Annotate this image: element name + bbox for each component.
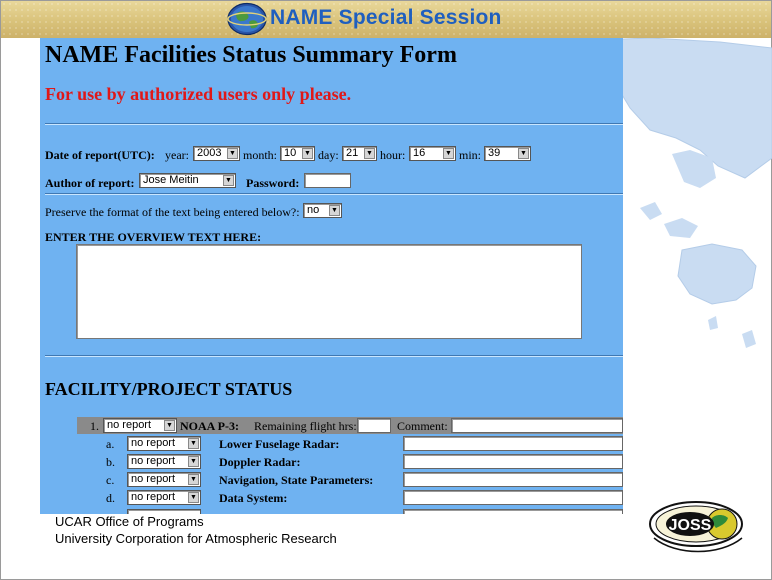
data-system-select[interactable]: no report ▼ [127, 490, 201, 505]
chevron-down-icon: ▼ [518, 148, 529, 159]
remaining-flight-hrs-input[interactable] [357, 418, 391, 433]
year-select[interactable]: 2003 ▼ [193, 146, 240, 161]
footer-line-1: UCAR Office of Programs [55, 514, 204, 529]
chevron-down-icon: ▼ [223, 175, 234, 186]
day-label: day: [318, 148, 339, 162]
navigation-state-select[interactable]: no report ▼ [127, 472, 201, 487]
divider [45, 193, 623, 195]
chevron-down-icon: ▼ [329, 205, 340, 216]
chevron-down-icon: ▼ [188, 474, 199, 485]
password-label: Password: [246, 176, 300, 190]
date-label: Date of report(UTC): [45, 148, 155, 162]
doppler-radar-select[interactable]: no report ▼ [127, 454, 201, 469]
remaining-flight-hrs-label: Remaining flight hrs: [254, 419, 357, 433]
form-title: NAME Facilities Status Summary Form [45, 42, 457, 68]
chevron-down-icon: ▼ [188, 438, 199, 449]
comment-label: Comment: [397, 419, 448, 433]
footer-line-2: University Corporation for Atmospheric R… [55, 531, 337, 546]
preserve-format-select[interactable]: no ▼ [303, 203, 342, 218]
noaa-p3-status-value: no report [107, 419, 152, 431]
doppler-radar-label: Doppler Radar: [219, 455, 301, 469]
noaa-p3-label: NOAA P-3: [180, 419, 239, 433]
overview-label: ENTER THE OVERVIEW TEXT HERE: [45, 230, 262, 244]
banner-title: NAME Special Session [270, 6, 502, 29]
status-form-panel: NAME Facilities Status Summary Form For … [40, 38, 623, 514]
author-label: Author of report: [45, 176, 135, 190]
year-select-value: 2003 [197, 147, 222, 159]
data-system-label: Data System: [219, 491, 288, 505]
lower-fuselage-radar-label: Lower Fuselage Radar: [219, 437, 340, 451]
divider [45, 355, 623, 357]
year-label: year: [165, 148, 189, 162]
hour-select[interactable]: 16 ▼ [409, 146, 456, 161]
form-subtitle: For use by authorized users only please. [45, 84, 352, 104]
next-status-input[interactable] [403, 509, 623, 514]
lower-fuselage-radar-value: no report [131, 437, 176, 449]
day-select-value: 21 [346, 147, 359, 159]
subitem-letter: a. [106, 437, 115, 451]
data-system-input[interactable] [403, 490, 623, 505]
preserve-format-value: no [307, 204, 320, 216]
doppler-radar-input[interactable] [403, 454, 623, 469]
subitem-letter: b. [106, 455, 115, 469]
subitem-letter: d. [106, 491, 115, 505]
globe-logo-icon [227, 2, 267, 36]
hour-label: hour: [380, 148, 406, 162]
data-system-value: no report [131, 491, 176, 503]
subitem-letter: c. [106, 473, 115, 487]
doppler-radar-value: no report [131, 455, 176, 467]
min-select-value: 39 [488, 147, 501, 159]
preserve-format-label: Preserve the format of the text being en… [45, 205, 300, 219]
min-select[interactable]: 39 ▼ [484, 146, 531, 161]
chevron-down-icon: ▼ [227, 148, 238, 159]
month-select-value: 10 [284, 147, 297, 159]
password-field[interactable] [304, 173, 351, 188]
lower-fuselage-radar-select[interactable]: no report ▼ [127, 436, 201, 451]
chevron-down-icon: ▼ [302, 148, 313, 159]
hour-select-value: 16 [413, 147, 426, 159]
month-select[interactable]: 10 ▼ [280, 146, 315, 161]
navigation-state-value: no report [131, 473, 176, 485]
chevron-down-icon: ▼ [364, 148, 375, 159]
author-select[interactable]: Jose Meitin ▼ [139, 173, 236, 188]
noaa-p3-status-select[interactable]: no report ▼ [103, 418, 177, 433]
lower-fuselage-radar-input[interactable] [403, 436, 623, 451]
day-select[interactable]: 21 ▼ [342, 146, 377, 161]
row-number: 1. [90, 419, 99, 433]
overview-textarea[interactable] [76, 244, 582, 339]
chevron-down-icon: ▼ [188, 492, 199, 503]
divider [45, 123, 623, 125]
month-label: month: [243, 148, 278, 162]
facility-section-title: FACILITY/PROJECT STATUS [45, 379, 293, 399]
navigation-state-input[interactable] [403, 472, 623, 487]
chevron-down-icon: ▼ [188, 456, 199, 467]
chevron-down-icon: ▼ [443, 148, 454, 159]
min-label: min: [459, 148, 482, 162]
chevron-down-icon: ▼ [164, 420, 175, 431]
comment-input[interactable] [451, 418, 623, 433]
joss-logo-icon: JOSS [649, 501, 743, 553]
author-select-value: Jose Meitin [143, 174, 199, 186]
svg-text:JOSS: JOSS [669, 517, 712, 534]
navigation-state-label: Navigation, State Parameters: [219, 473, 374, 487]
